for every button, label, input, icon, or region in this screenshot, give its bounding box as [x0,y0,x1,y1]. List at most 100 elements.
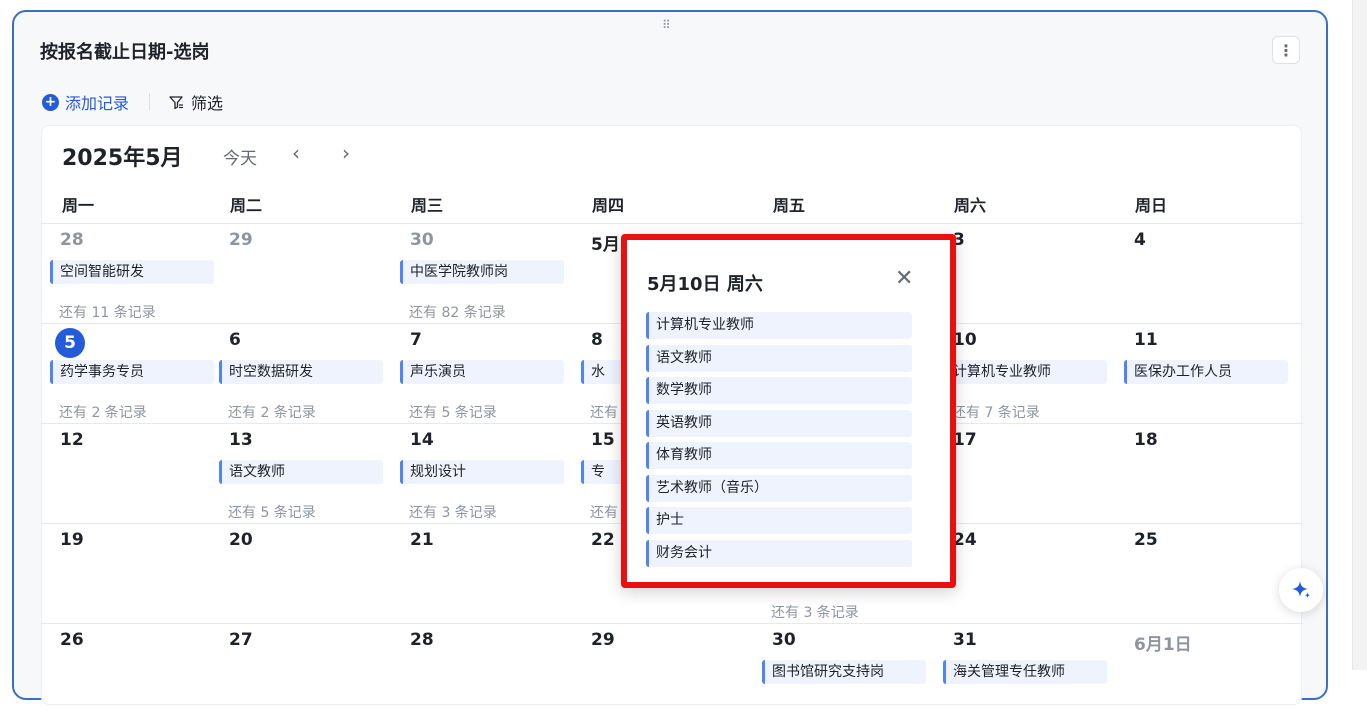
calendar-event[interactable]: 空间智能研发 [50,260,214,284]
ai-assistant-button[interactable] [1279,568,1323,612]
calendar-event[interactable]: 规划设计 [400,460,564,484]
day-cell[interactable]: 28 [392,624,573,724]
day-cell[interactable]: 21 [392,524,573,624]
day-cell[interactable]: 31 海关管理专任教师 [935,624,1116,724]
day-cell[interactable]: 12 [42,424,211,524]
day-number: 4 [1134,230,1146,250]
more-records-link[interactable]: 还有 5 条记录 [228,502,316,522]
calendar-event[interactable]: 药学事务专员 [50,360,214,384]
weekday-sat: 周六 [954,196,987,215]
more-records-link[interactable]: 还有 [590,502,618,522]
calendar-event[interactable]: 计算机专业教师 [943,360,1107,384]
popover-event-item[interactable]: 语文教师 [646,344,912,372]
day-cell[interactable]: 5 药学事务专员 还有 2 条记录 [42,324,214,424]
day-cell[interactable]: 11 医保办工作人员 [1116,324,1303,424]
more-vertical-icon: ⋮ [1278,40,1294,60]
day-cell[interactable]: 26 [42,624,211,724]
weekday-header: 周一 周二 周三 周四 周五 周六 周日 [42,190,1303,220]
more-records-link[interactable]: 还有 3 条记录 [771,602,859,622]
more-records-link[interactable]: 还有 2 条记录 [228,402,316,422]
calendar-event[interactable]: 中医学院教师岗 [400,260,564,284]
day-cell[interactable]: 6月1日 [1116,624,1303,724]
today-button[interactable]: 今天 [223,144,257,169]
popover-title: 5月10日 周六 [647,274,763,295]
calendar-event[interactable]: 医保办工作人员 [1124,360,1288,384]
popover-event-list: 计算机专业教师 语文教师数学教师英语教师体育教师艺术教师（音乐） 护士财务会计 [646,312,912,572]
drag-handle-icon[interactable]: ⠿ [662,19,672,31]
day-number: 8 [591,330,603,350]
chevron-left-icon[interactable]: ‹ [292,141,300,165]
month-title: 2025年5月 [62,146,183,171]
day-number: 29 [229,230,253,250]
day-cell[interactable]: 29 [211,224,392,324]
day-number: 14 [410,430,434,450]
day-cell[interactable]: 14 规划设计还有 3 条记录 [392,424,573,524]
day-number: 29 [591,630,615,650]
day-number: 6 [229,330,241,350]
more-records-link[interactable]: 还有 11 条记录 [59,302,156,322]
more-records-link[interactable]: 还有 7 条记录 [952,402,1040,422]
popover-event-item[interactable]: 英语教师 [646,409,912,437]
more-records-link[interactable]: 还有 5 条记录 [409,402,497,422]
day-number: 11 [1134,330,1158,350]
popover-event-item[interactable]: 艺术教师（音乐） [646,474,912,502]
day-cell[interactable]: 30 图书馆研究支持岗 [754,624,935,724]
day-cell[interactable]: 28 空间智能研发 还有 11 条记录 [42,224,214,324]
day-cell[interactable]: 25 [1116,524,1303,624]
plus-circle-icon: + [42,93,59,111]
popover-event-item[interactable]: 体育教师 [646,442,912,469]
sparkle-icon [1292,581,1310,598]
calendar-event[interactable]: 时空数据研发 [219,360,383,384]
more-records-link[interactable]: 还有 2 条记录 [59,402,147,422]
day-cell[interactable]: 3 [935,224,1116,324]
popover-event-item[interactable]: 数学教师 [646,377,912,404]
day-number: 19 [60,530,84,550]
add-record-label: 添加记录 [65,94,130,113]
day-number: 27 [229,630,253,650]
popover-event-item[interactable]: 财务会计 [646,539,912,567]
day-number: 13 [229,430,253,450]
calendar-event[interactable]: 图书馆研究支持岗 [762,660,926,684]
weekday-fri: 周五 [773,196,806,215]
popover-event-item[interactable]: 护士 [646,507,912,534]
popover-event-item[interactable]: 计算机专业教师 [646,312,912,339]
day-cell[interactable]: 29 [573,624,754,724]
day-cell[interactable]: 27 [211,624,392,724]
weekday-wed: 周三 [411,196,444,215]
day-cell[interactable]: 18 [1116,424,1303,524]
day-cell[interactable]: 20 [211,524,392,624]
calendar-event[interactable]: 语文教师 [219,460,383,484]
day-cell[interactable]: 4 [1116,224,1303,324]
calendar-event[interactable]: 声乐演员 [400,360,564,384]
day-cell[interactable]: 6 时空数据研发还有 2 条记录 [211,324,392,424]
day-cell[interactable]: 10 计算机专业教师还有 7 条记录 [935,324,1116,424]
day-number: 20 [229,530,253,550]
day-cell[interactable]: 17 [935,424,1116,524]
day-number: 21 [410,530,434,550]
view-title: 按报名截止日期-选岗 [40,42,210,63]
day-cell[interactable]: 30 中医学院教师岗 还有 82 条记录 [392,224,573,324]
more-records-link[interactable]: 还有 3 条记录 [409,502,497,522]
more-records-link[interactable]: 还有 82 条记录 [409,302,506,322]
day-number: 28 [410,630,434,650]
add-record-button[interactable]: + 添加记录 [42,90,129,114]
more-records-link[interactable]: 还有 [590,402,618,422]
day-cell[interactable]: 13 语文教师还有 5 条记录 [211,424,392,524]
day-number: 17 [953,430,977,450]
toolbar: + 添加记录 筛选 [42,90,223,114]
day-number: 31 [953,630,977,650]
day-number: 10 [953,330,977,350]
close-icon[interactable]: ✕ [895,267,913,291]
day-number: 30 [772,630,796,650]
calendar-event[interactable]: 海关管理专任教师 [943,660,1107,684]
day-number: 15 [591,430,615,450]
more-options-button[interactable]: ⋮ [1272,36,1300,64]
page-scrollbar[interactable] [1352,0,1367,670]
day-number: 18 [1134,430,1158,450]
chevron-right-icon[interactable]: › [342,141,350,165]
day-cell[interactable]: 24 [935,524,1116,624]
week-row: 26 27 28 29 30 图书馆研究支持岗 31 海关管理专任教师 6月1日 [42,623,1303,723]
day-cell[interactable]: 19 [42,524,211,624]
day-cell[interactable]: 7 声乐演员 还有 5 条记录 [392,324,573,424]
filter-button[interactable]: 筛选 [168,90,223,114]
